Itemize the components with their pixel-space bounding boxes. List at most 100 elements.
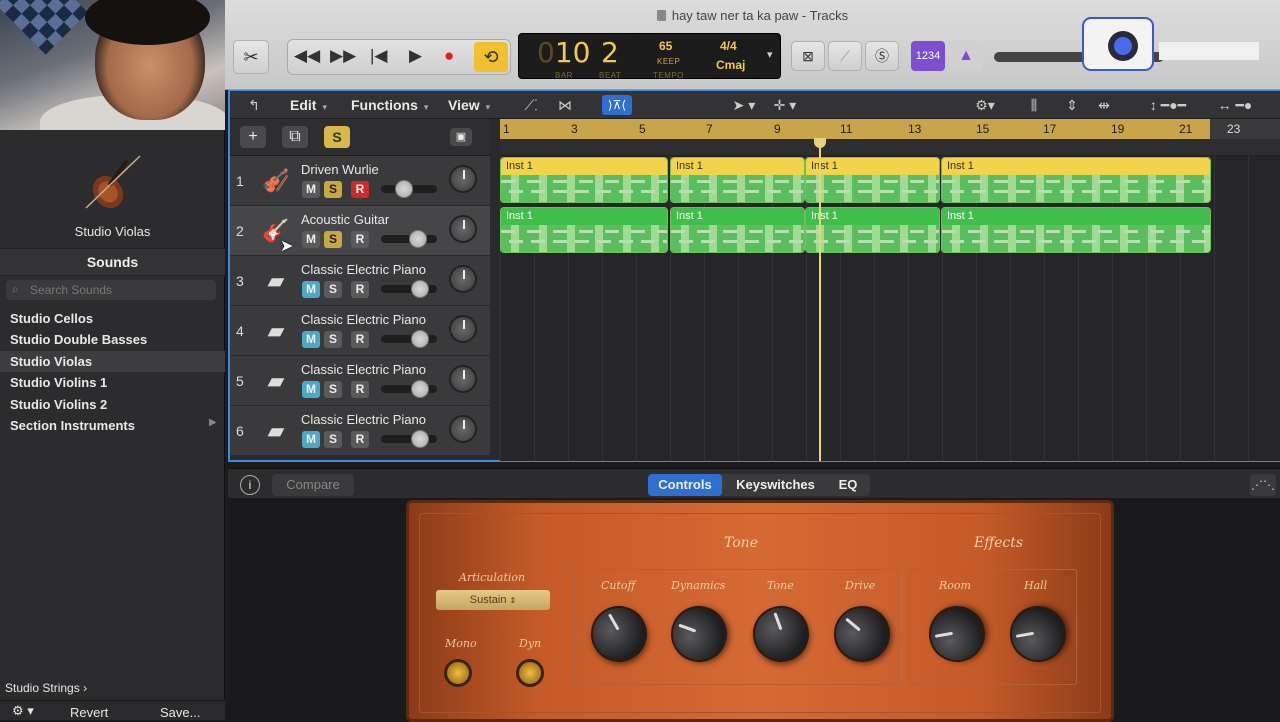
count-in-button[interactable]: 1234 [911,41,945,71]
midi-region[interactable]: Inst 1 [805,207,940,253]
fader-knob[interactable] [411,330,429,348]
record-enable-button[interactable]: R [351,231,369,248]
go-to-beginning-icon[interactable]: |◀ [370,46,388,66]
revert-button[interactable]: Revert [70,705,108,720]
midi-region[interactable]: Inst 1 [805,157,940,203]
lcd-display[interactable]: 010 2 BAR BEAT 65 KEEP TEMPO 4/4 Cmaj ▾ [518,33,781,80]
functions-menu[interactable]: Functions ▾ [351,97,428,113]
midi-region[interactable]: Inst 1 [941,157,1211,203]
volume-fader[interactable] [381,230,437,248]
tracks-grid[interactable]: Inst 1 Inst 1 Inst 1 Inst 1 Inst 1 Inst … [500,156,1280,461]
mute-button[interactable]: M [302,281,320,298]
fader-knob[interactable] [409,230,427,248]
scissors-icon[interactable]: ✂ [233,40,269,74]
record-enable-button[interactable]: R [351,431,369,448]
solo-button[interactable]: S [324,331,342,348]
ruler-extension[interactable]: 23 [1210,119,1280,139]
replace-icon[interactable]: ⊠ [791,41,825,71]
vertical-zoom-icon[interactable]: ⇕ [1060,95,1084,115]
track-name[interactable]: Classic Electric Piano [301,312,426,327]
fader-knob[interactable] [411,430,429,448]
track-header[interactable]: 2 🎸 Acoustic Guitar M S R [230,206,490,256]
dyn-toggle[interactable] [516,659,544,687]
track-header[interactable]: 4 ▰ Classic Electric Piano M S R [230,306,490,356]
fader-knob[interactable] [411,280,429,298]
compare-button[interactable]: Compare [272,474,354,496]
solo-button[interactable]: S [324,181,342,198]
gear-icon[interactable]: ⚙▾ [970,95,1000,115]
record-enable-button[interactable]: R [351,181,369,198]
search-sounds-input[interactable]: Search Sounds [6,280,216,300]
tab-eq[interactable]: EQ [830,474,866,496]
pan-knob[interactable] [449,365,477,393]
record-enable-button[interactable]: R [351,381,369,398]
waveform-zoom-icon[interactable]: ⫼ [1020,95,1048,115]
pan-knob[interactable] [449,265,477,293]
edit-menu[interactable]: Edit ▾ [290,97,327,113]
cycle-icon[interactable]: ⟲ [474,42,508,72]
view-menu[interactable]: View ▾ [448,97,490,113]
mute-button[interactable]: M [302,231,320,248]
track-name[interactable]: Classic Electric Piano [301,412,426,427]
pan-knob[interactable] [449,415,477,443]
timeline-ruler[interactable]: 1 3 5 7 9 11 13 15 17 19 21 [500,119,1280,139]
solo-button[interactable]: S [324,281,342,298]
pan-knob[interactable] [449,165,477,193]
track-name[interactable]: Acoustic Guitar [301,212,389,227]
record-enable-button[interactable]: R [351,331,369,348]
midi-region[interactable]: Inst 1 [670,157,805,203]
volume-fader[interactable] [381,330,437,348]
metronome-icon[interactable]: ▲ [949,41,983,71]
mute-button[interactable]: M [302,431,320,448]
mute-button[interactable]: M [302,381,320,398]
track-name[interactable]: Driven Wurlie [301,162,379,177]
library-item[interactable]: Section Instruments [0,415,225,436]
crosshair-tool-icon[interactable]: ✛ ▾ [765,95,805,115]
library-breadcrumb[interactable]: Studio Strings › [5,681,87,695]
track-header[interactable]: 6 ▰ Classic Electric Piano M S R [230,406,490,456]
fader-knob[interactable] [395,180,413,198]
add-track-icon[interactable]: + [240,126,266,148]
track-header[interactable]: 5 ▰ Classic Electric Piano M S R [230,356,490,406]
library-item[interactable]: Studio Cellos [0,308,225,329]
solo-button[interactable]: S [324,381,342,398]
library-item[interactable]: Studio Violins 1 [0,372,225,393]
volume-fader[interactable] [381,280,437,298]
volume-fader[interactable] [381,430,437,448]
horizontal-fit-icon[interactable]: ⇹ [1092,95,1116,115]
horizontal-zoom-slider[interactable]: ↔ ━● [1210,95,1260,115]
fader-knob[interactable] [411,380,429,398]
automation-icon[interactable]: ⟋⁚ [516,95,546,115]
track-header[interactable]: 1 🎻 Driven Wurlie M S R [230,156,490,206]
volume-fader[interactable] [381,380,437,398]
rewind-icon[interactable]: ◀◀ [294,46,320,66]
mono-toggle[interactable] [444,659,472,687]
solo-mode-icon[interactable]: Ⓢ [865,41,899,71]
midi-region[interactable]: Inst 1 [941,207,1211,253]
save-button[interactable]: Save... [160,705,200,720]
library-item[interactable]: Studio Double Basses [0,329,225,350]
record-icon[interactable]: ● [444,46,454,66]
pointer-tool-icon[interactable]: ➤ ▾ [724,95,764,115]
mute-button[interactable]: M [302,331,320,348]
tab-controls[interactable]: Controls [648,474,722,496]
mute-button[interactable]: M [302,181,320,198]
gear-icon[interactable]: ⚙ ▾ [12,703,34,719]
pan-knob[interactable] [449,215,477,243]
flex-icon[interactable]: ⋈ [552,95,578,115]
solo-button[interactable]: S [324,231,342,248]
record-enable-button[interactable]: R [351,281,369,298]
tuner-icon[interactable]: ⟋ [828,41,862,71]
pan-knob[interactable] [449,315,477,343]
track-header[interactable]: 3 ▰ Classic Electric Piano M S R [230,256,490,306]
midi-region[interactable]: Inst 1 [670,207,805,253]
duplicate-track-icon[interactable]: ⧉ [282,126,308,148]
chevron-down-icon[interactable]: ▾ [767,48,773,61]
vertical-zoom-slider[interactable]: ↕ ━●━ [1128,95,1208,115]
track-name[interactable]: Classic Electric Piano [301,262,426,277]
midi-fx-icon[interactable]: ⋰⋱ [1250,474,1276,496]
tab-keyswitches[interactable]: Keyswitches [728,474,823,496]
fast-forward-icon[interactable]: ▶▶ [330,46,356,66]
library-item[interactable]: Studio Violins 2 [0,394,225,415]
articulation-select[interactable]: Sustain ⇕ [436,590,550,610]
